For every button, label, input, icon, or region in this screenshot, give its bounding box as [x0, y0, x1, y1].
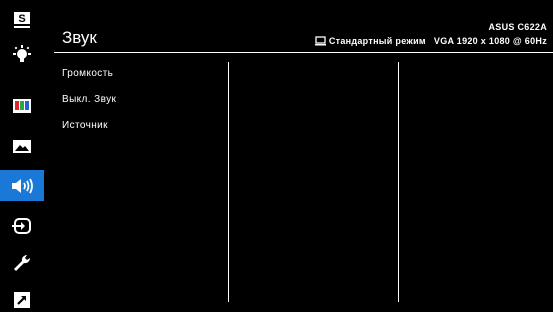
shortcut-arrow-icon [14, 292, 30, 308]
speaker-icon [12, 178, 33, 193]
s-badge-icon: S [14, 12, 30, 28]
sidebar-item-input[interactable] [0, 212, 44, 240]
signal-info: VGA 1920 x 1080 @ 60Hz [433, 36, 547, 46]
sidebar-item-shortcut[interactable] [0, 286, 44, 314]
menu-list: Громкость Выкл. Звук Источник [62, 66, 116, 144]
monitor-icon [314, 36, 326, 46]
input-icon [12, 218, 31, 234]
sidebar-item-splendid[interactable]: S [0, 6, 44, 34]
page-title: Звук [62, 28, 97, 47]
sidebar-item-sound[interactable] [0, 170, 44, 201]
bulb-icon [13, 45, 31, 62]
menu-item-source[interactable]: Источник [62, 118, 116, 144]
menu-item-mute[interactable]: Выкл. Звук [62, 92, 116, 118]
sidebar: S [0, 0, 44, 312]
picture-icon [13, 140, 31, 153]
sidebar-item-system-setup[interactable] [0, 249, 44, 277]
menu-item-volume[interactable]: Громкость [62, 66, 116, 92]
wrench-icon [14, 254, 31, 271]
s-badge-label: S [18, 13, 25, 25]
mode-label: Стандартный режим [328, 36, 426, 46]
sidebar-item-blue-light[interactable] [0, 41, 44, 69]
sidebar-item-color[interactable] [0, 92, 44, 120]
status-line: Стандартный режим VGA 1920 x 1080 @ 60Hz [314, 36, 547, 46]
color-bars-icon [13, 99, 31, 113]
main-panel: Звук ASUS C622A Стандартный режим VGA 19… [44, 0, 553, 312]
column-divider [228, 62, 229, 302]
sidebar-item-image[interactable] [0, 132, 44, 160]
model-name: ASUS C622A [488, 22, 547, 32]
header-divider [54, 52, 553, 53]
osd-window: S Звук ASUS C622A Стандартный режим VGA … [0, 0, 553, 312]
column-divider [398, 62, 399, 302]
